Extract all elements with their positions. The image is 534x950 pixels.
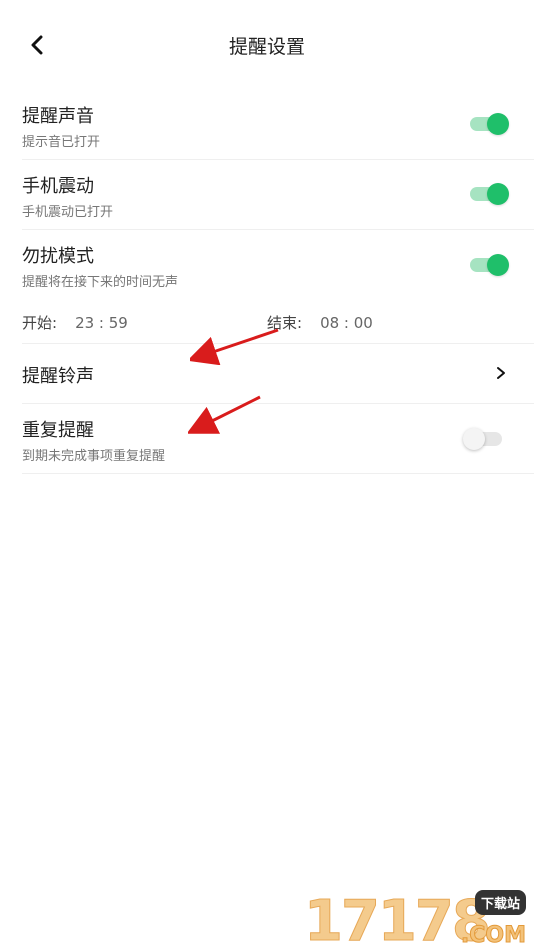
setting-title: 勿扰模式 <box>22 246 94 267</box>
setting-row-vibration: 手机震动 手机震动已打开 <box>22 160 534 230</box>
start-time-value[interactable]: 23 : 59 <box>75 314 128 332</box>
toggle-knob <box>463 428 485 450</box>
end-time[interactable]: 结束: 08 : 00 <box>267 312 373 333</box>
sound-toggle[interactable] <box>470 113 510 135</box>
setting-subtitle: 提醒将在接下来的时间无声 <box>22 275 179 290</box>
start-time-label: 开始: <box>22 314 58 332</box>
top-bar: 提醒设置 <box>0 0 534 90</box>
setting-row-ringtone[interactable]: 提醒铃声 <box>22 344 534 404</box>
chevron-right-icon <box>497 367 505 379</box>
setting-row-dnd: 勿扰模式 提醒将在接下来的时间无声 <box>22 230 534 300</box>
setting-subtitle: 手机震动已打开 <box>22 205 114 220</box>
setting-subtitle: 提示音已打开 <box>22 135 101 150</box>
end-time-value[interactable]: 08 : 00 <box>320 314 373 332</box>
setting-title: 手机震动 <box>22 176 94 197</box>
watermark-logo: 17178 下载站 .COM <box>304 890 534 950</box>
setting-title: 重复提醒 <box>22 420 94 441</box>
start-time[interactable]: 开始: 23 : 59 <box>22 312 128 333</box>
page-title: 提醒设置 <box>228 36 305 58</box>
watermark-badge: 下载站 <box>474 890 526 915</box>
toggle-knob <box>487 254 509 276</box>
setting-subtitle: 到期未完成事项重复提醒 <box>22 449 166 464</box>
end-time-label: 结束: <box>267 314 303 332</box>
toggle-knob <box>487 183 509 205</box>
repeat-toggle[interactable] <box>463 428 504 450</box>
setting-title: 提醒铃声 <box>22 366 94 387</box>
setting-row-repeat: 重复提醒 到期未完成事项重复提醒 <box>22 404 534 474</box>
setting-title: 提醒声音 <box>22 106 94 127</box>
dnd-toggle[interactable] <box>470 254 510 276</box>
vibration-toggle[interactable] <box>470 183 510 205</box>
watermark-suffix: .COM <box>460 923 526 949</box>
setting-row-sound: 提醒声音 提示音已打开 <box>22 90 534 160</box>
toggle-knob <box>487 113 509 135</box>
